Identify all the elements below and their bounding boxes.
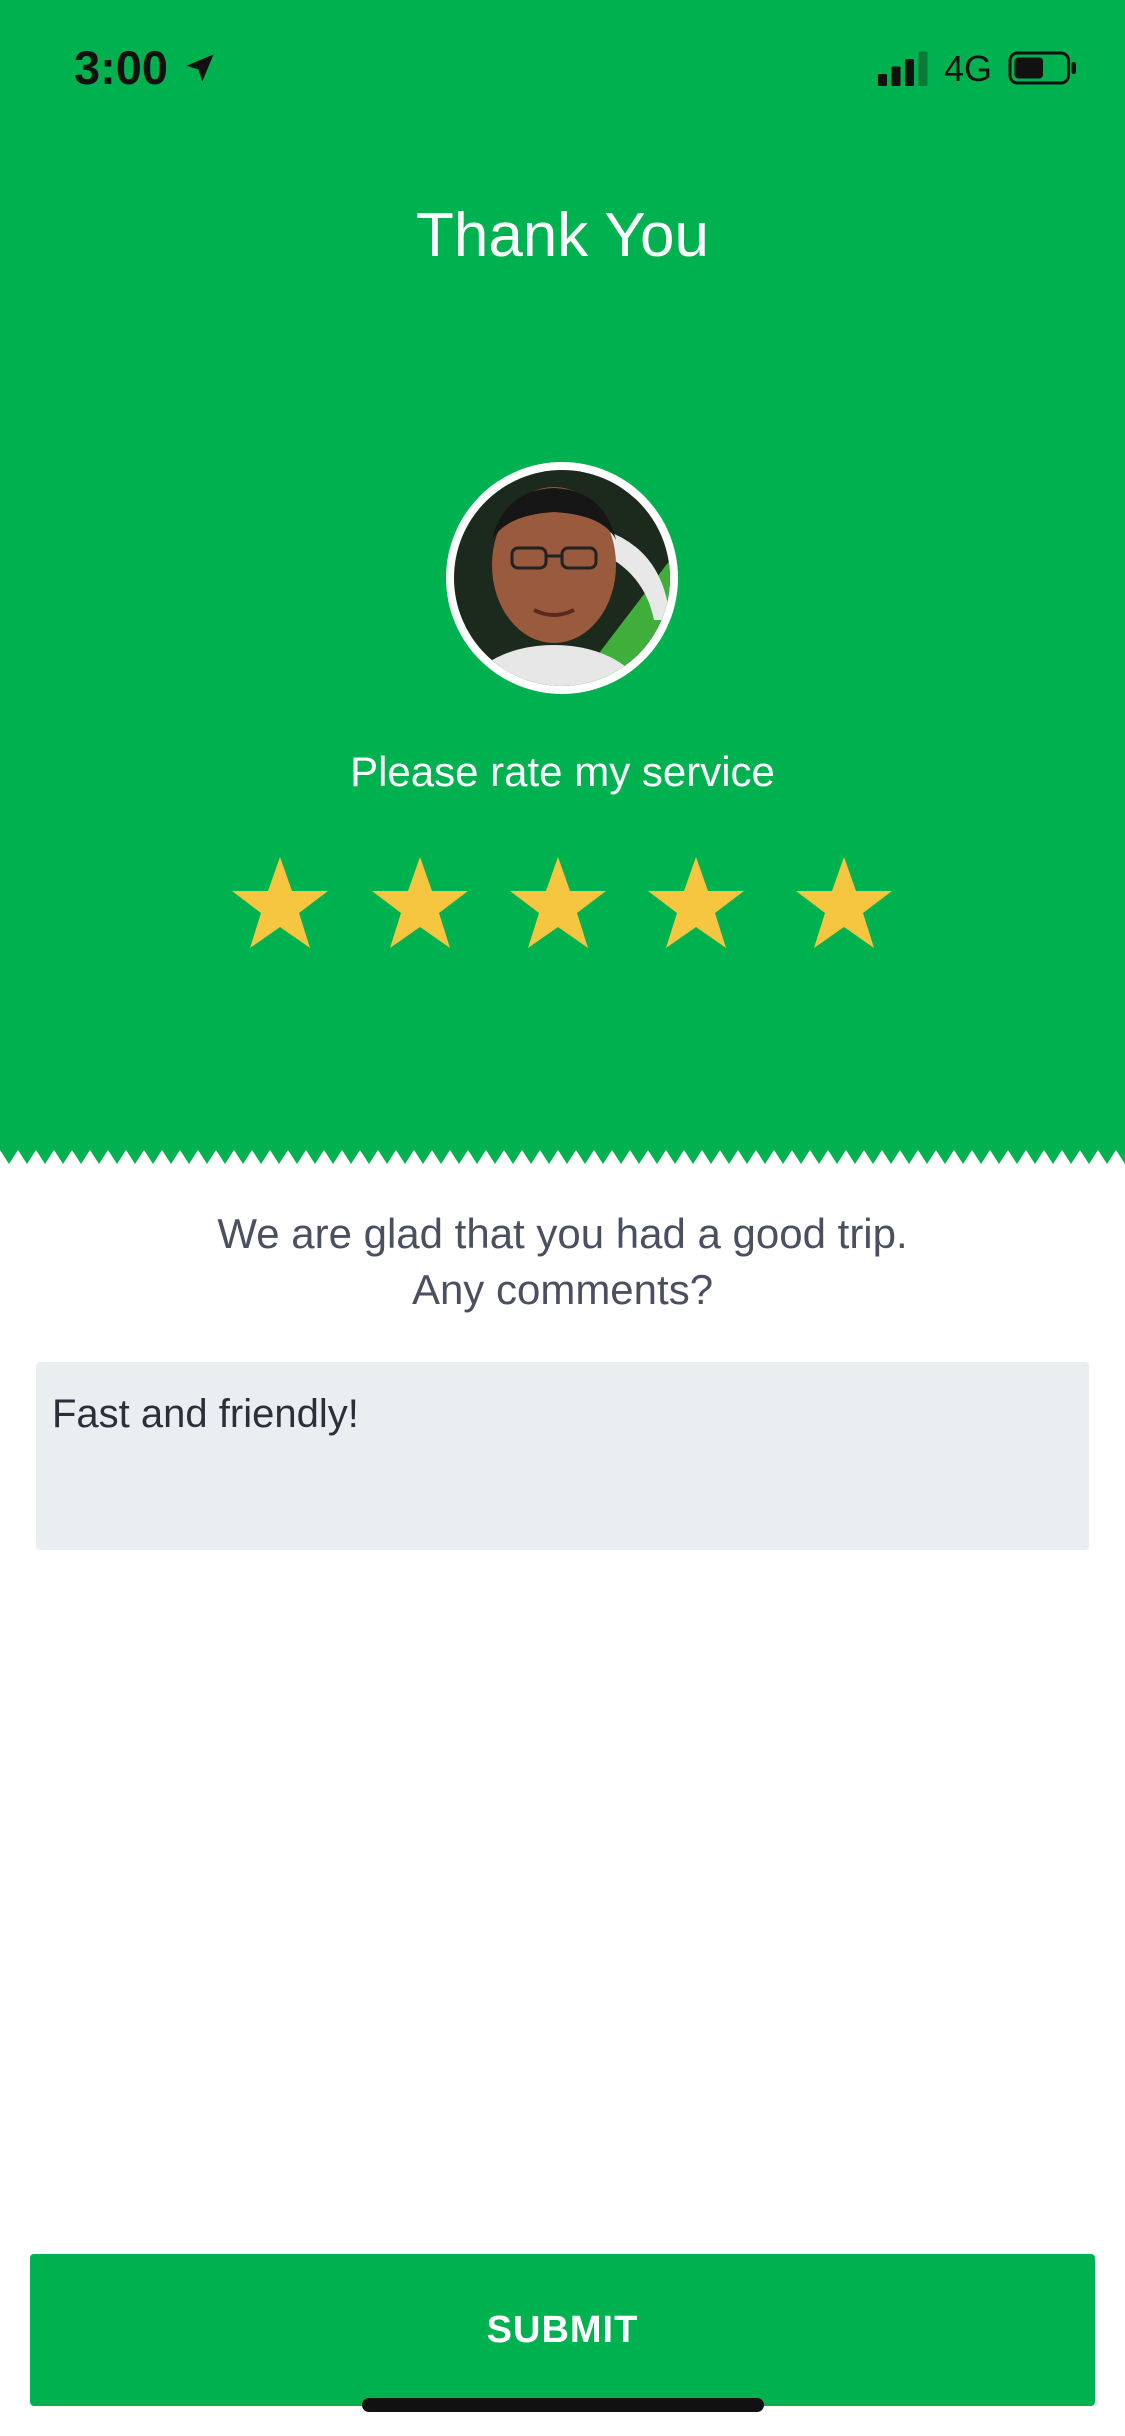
star-rating	[0, 855, 1125, 955]
status-time: 3:00	[74, 41, 169, 94]
location-arrow-icon	[186, 54, 214, 82]
driver-photo	[454, 470, 670, 686]
feedback-message: We are glad that you had a good trip. An…	[0, 1206, 1125, 1318]
star-4-icon[interactable]	[646, 855, 746, 951]
feedback-line-1: We are glad that you had a good trip.	[217, 1210, 908, 1257]
star-3-icon[interactable]	[508, 855, 608, 951]
rating-screen: 3:00 4G Thank You Please rate my service…	[0, 0, 1125, 2436]
submit-button[interactable]: SUBMIT	[30, 2254, 1095, 2406]
page-title: Thank You	[415, 201, 710, 270]
network-type: 4G	[944, 48, 993, 89]
comment-input[interactable]: Fast and friendly!	[36, 1362, 1089, 1550]
feedback-line-2: Any comments?	[411, 1266, 714, 1313]
star-2-icon[interactable]	[370, 855, 470, 951]
zigzag-edge	[0, 1150, 1125, 1164]
star-1-icon[interactable]	[230, 855, 330, 951]
star-5-icon[interactable]	[794, 855, 894, 951]
home-indicator	[362, 2398, 764, 2412]
cellular-signal-icon	[878, 51, 928, 86]
rate-prompt: Please rate my service	[350, 748, 775, 795]
header-banner: 3:00 4G Thank You Please rate my service	[0, 0, 1125, 1150]
battery-icon	[1008, 51, 1076, 85]
driver-avatar	[446, 462, 678, 694]
